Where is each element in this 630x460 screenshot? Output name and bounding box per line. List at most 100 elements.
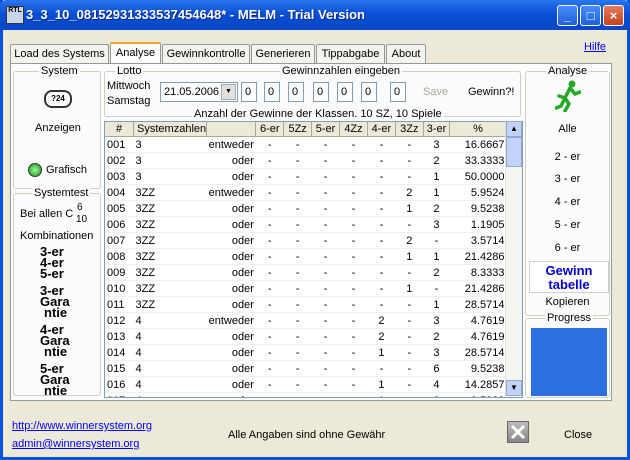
table-cell: 003 <box>105 168 134 185</box>
table-row[interactable]: 005 3ZZ oder - - - - -1 2 9.5238 <box>105 200 507 217</box>
digit-input-2[interactable]: 0 <box>264 82 280 102</box>
scroll-down-icon[interactable]: ▼ <box>506 380 522 396</box>
app-icon: RTL <box>6 6 24 24</box>
chevron-down-icon[interactable]: ▼ <box>221 84 236 100</box>
table-row[interactable]: 012 4 entweder - - - -2-3 4.7619 <box>105 312 507 329</box>
garantie-5-line3[interactable]: ntie <box>44 384 67 397</box>
date-picker[interactable]: 21.05.2006 ▼ <box>160 82 238 102</box>
table-cell: - <box>255 312 284 329</box>
table-cell: 8.3333 <box>449 264 507 281</box>
close-button[interactable]: Close <box>564 429 592 441</box>
website-link[interactable]: http://www.winnersystem.org <box>12 420 152 432</box>
samstag-option[interactable]: Samstag <box>107 95 150 107</box>
grafisch-icon[interactable] <box>28 163 42 177</box>
analyse-2er[interactable]: 2 - er <box>525 151 610 163</box>
col-header-percent[interactable]: % <box>449 122 507 137</box>
col-header-number[interactable]: # <box>105 122 135 137</box>
lotto-ball-icon[interactable]: ?24 <box>44 90 72 108</box>
table-cell: - <box>339 216 368 233</box>
digit-input-5[interactable]: 0 <box>337 82 353 102</box>
table-row[interactable]: 016 4 oder - - - -1-4 14.2857 <box>105 376 507 393</box>
col-header-systemzahlen[interactable]: Systemzahlen <box>133 122 208 137</box>
table-cell: 006 <box>105 216 134 233</box>
window-title: 3_3_10_08152931333537454648* - MELM - Tr… <box>26 7 365 22</box>
c-bottom: 10 <box>76 214 88 225</box>
results-grid[interactable]: # Systemzahlen 6-er 5Zz 5-er 4Zz 4-er 3Z… <box>104 121 523 398</box>
maximize-button[interactable]: □ <box>580 5 601 26</box>
table-cell: - <box>339 280 368 297</box>
table-row[interactable]: 011 3ZZ oder - - - - - -1 28.5714 <box>105 296 507 313</box>
col-header-6er[interactable]: 6-er <box>255 122 285 137</box>
minimize-button[interactable]: _ <box>557 5 578 26</box>
analyse-alle[interactable]: Alle <box>525 123 610 135</box>
table-cell: 1 <box>423 168 450 185</box>
table-cell: - <box>339 264 368 281</box>
tab-gewinnkontrolle[interactable]: Gewinnkontrolle <box>162 44 250 63</box>
table-row[interactable]: 013 4 oder - - - -2-2 4.7619 <box>105 328 507 345</box>
gewinn-check-button[interactable]: Gewinn?! <box>468 86 514 98</box>
tab-analyse[interactable]: Analyse <box>110 42 161 65</box>
anzeigen-button[interactable]: Anzeigen <box>35 122 81 134</box>
close-window-button[interactable]: × <box>603 5 624 26</box>
bei-allen-label: Bei allen C <box>20 208 74 220</box>
table-row[interactable]: 007 3ZZ oder - - - - -2-3.5714 <box>105 232 507 249</box>
col-header-4zz[interactable]: 4Zz <box>339 122 369 137</box>
table-row[interactable]: 010 3ZZ oder - - - - -1-21.4286 <box>105 280 507 297</box>
title-bar[interactable]: RTL 3_3_10_08152931333537454648* - MELM … <box>0 0 630 30</box>
col-header-5er[interactable]: 5-er <box>311 122 340 137</box>
analyse-6er[interactable]: 6 - er <box>525 242 610 254</box>
table-row[interactable]: 008 3ZZ oder - - - - -1 1 21.4286 <box>105 248 507 265</box>
analyse-5er[interactable]: 5 - er <box>525 219 610 231</box>
systemtest-5er-button[interactable]: 5-er <box>40 267 64 280</box>
gewinntabelle-button[interactable]: Gewinn tabelle <box>529 261 609 293</box>
table-row[interactable]: 015 4 oder - - - - - -6 9.5238 <box>105 360 507 377</box>
help-link[interactable]: Hilfe <box>584 41 606 53</box>
table-cell: - <box>255 392 284 397</box>
tab-tippabgabe[interactable]: Tippabgabe <box>316 44 385 63</box>
analyse-3er[interactable]: 3 - er <box>525 173 610 185</box>
email-link[interactable]: admin@winnersystem.org <box>12 438 139 450</box>
digit-input-1[interactable]: 0 <box>241 82 257 102</box>
grafisch-button[interactable]: Grafisch <box>46 164 87 176</box>
table-cell: - <box>339 376 368 393</box>
table-cell: - <box>283 280 312 297</box>
table-cell: 2 <box>423 200 450 217</box>
garantie-4-line3[interactable]: ntie <box>44 345 67 358</box>
tab-generieren[interactable]: Generieren <box>251 44 315 63</box>
tab-load-des-systems[interactable]: Load des Systems <box>10 44 109 63</box>
scroll-thumb[interactable] <box>506 137 522 167</box>
digit-input-6[interactable]: 0 <box>361 82 377 102</box>
table-row[interactable]: 009 3ZZ oder - - - - - -2 8.3333 <box>105 264 507 281</box>
table-cell: 2 <box>367 328 396 345</box>
table-cell: 1 <box>395 280 424 297</box>
table-cell: - <box>367 152 396 169</box>
zusatzzahl-input[interactable]: 0 <box>390 82 406 102</box>
digit-input-4[interactable]: 0 <box>313 82 329 102</box>
table-row[interactable]: 003 3 oder - - - - - -1 50.0000 <box>105 168 507 185</box>
table-row[interactable]: 002 3 oder - - - - - -2 33.3333 <box>105 152 507 169</box>
grid-scrollbar[interactable]: ▲ ▼ <box>505 121 522 396</box>
table-cell: - <box>311 376 340 393</box>
table-row[interactable]: 001 3 entweder - - - - - -3 16.6667 <box>105 136 507 153</box>
save-button[interactable]: Save <box>423 86 448 98</box>
table-row[interactable]: 004 3ZZ entweder - - - - -2 1 5.9524 <box>105 184 507 201</box>
col-header-4er[interactable]: 4-er <box>367 122 396 137</box>
col-header-3er[interactable]: 3-er <box>423 122 451 137</box>
running-man-icon[interactable] <box>555 80 581 112</box>
col-header-3zz[interactable]: 3Zz <box>395 122 424 137</box>
digit-input-3[interactable]: 0 <box>288 82 304 102</box>
table-row[interactable]: 014 4 oder - - - -1-3 28.5714 <box>105 344 507 361</box>
col-header-mode[interactable] <box>206 122 257 137</box>
table-cell: - <box>339 296 368 313</box>
col-header-5zz[interactable]: 5Zz <box>283 122 313 137</box>
tab-about[interactable]: About <box>386 44 426 63</box>
table-cell: 1 <box>395 200 424 217</box>
table-row[interactable]: 0174oder----1-29.5238 <box>105 392 507 397</box>
close-x-icon[interactable] <box>507 421 529 443</box>
garantie-3-line3[interactable]: ntie <box>44 306 67 319</box>
kopieren-button[interactable]: Kopieren <box>525 296 610 308</box>
scroll-up-icon[interactable]: ▲ <box>506 121 522 137</box>
analyse-4er[interactable]: 4 - er <box>525 196 610 208</box>
mittwoch-option[interactable]: Mittwoch <box>107 80 150 92</box>
table-row[interactable]: 006 3ZZ oder - - - - - -3 1.1905 <box>105 216 507 233</box>
